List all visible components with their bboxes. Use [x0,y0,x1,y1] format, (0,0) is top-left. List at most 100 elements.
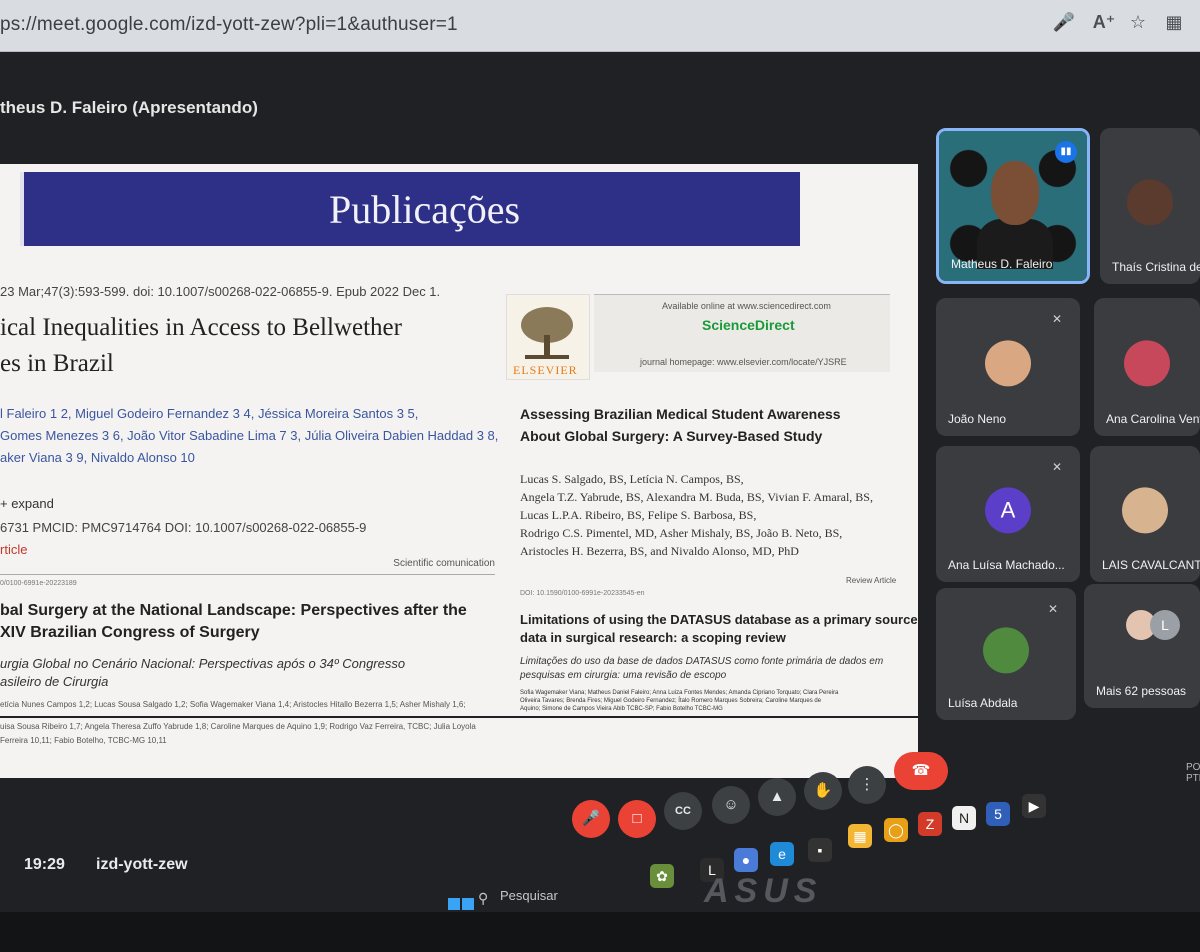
slide-bottom: uisa Sousa Ribeiro 1,7; Angela Theresa Z… [0,718,918,778]
shared-screen: Publicações 23 Mar;47(3):593-599. doi: 1… [0,164,918,716]
participant-tile[interactable]: ✕ Luísa Abdala [936,588,1076,720]
mic-toggle-button[interactable]: 🎤 [572,800,610,838]
elsevier-label: ELSEVIER [513,363,578,377]
leave-call-button[interactable]: ☎ [894,752,948,790]
elsevier-logo: ELSEVIER [506,294,590,380]
avatar-initial: L [1150,610,1180,640]
lim-authors-1: Sofia Wagemaker Viana; Matheus Daniel Fa… [520,690,839,696]
meet-stage: theus D. Faleiro (Apresentando) Publicaç… [0,52,1200,952]
paper-title-line1: ical Inequalities in Access to Bellwethe… [0,314,402,341]
laptop-bezel [0,912,1200,952]
meeting-code: izd-yott-zew [96,856,188,873]
taskbar-app-icon[interactable]: ▪ [808,838,832,862]
participant-tile[interactable]: ✕ João Neno [936,298,1080,436]
right-doi: DOI: 10.1590/0100-6991e-20233545-en [520,590,645,597]
present-screen-button[interactable]: ▲ [758,778,796,816]
emoji-button[interactable]: ☺ [712,786,750,824]
lim-pt-line2: pesquisas em cirurgia: uma revisão de es… [520,670,727,681]
avatar [1127,179,1173,226]
right-authors-5: Aristocles H. Bezerra, BS, and Nivaldo A… [520,544,799,558]
participant-tile[interactable]: Thaís Cristina de [1100,128,1200,284]
lim-title-line2: data in surgical research: a scoping rev… [520,630,786,645]
right-paper: ELSEVIER Available online at www.science… [506,294,918,714]
participant-name: Luísa Abdala [948,696,1018,710]
divider [0,574,495,575]
article-link[interactable]: rticle [0,542,27,557]
participant-name: Ana Carolina Vent [1106,412,1200,426]
extensions-icon[interactable]: ▦ [1160,8,1188,36]
browser-address-bar: ps://meet.google.com/izd-yott-zew?pli=1&… [0,0,1200,52]
captions-button[interactable]: CC [664,792,702,830]
left-small-authors3: Ferreira 10,11; Fabio Botelho, TCBC-MG 1… [0,736,167,745]
left-small-authors1: etícia Nunes Campos 1,2; Lucas Sousa Sal… [0,700,466,709]
file-explorer-icon[interactable]: ▦ [848,824,872,848]
paper-title-line2: es in Brazil [0,350,114,377]
doi-small: 0/0100-6991e-20223189 [0,580,77,587]
lim-authors-2: Oliveira Tavares; Brenda Fires; Miguel G… [520,698,822,704]
review-article-label: Review Article [846,576,897,585]
right-title-line2: About Global Surgery: A Survey-Based Stu… [520,428,823,444]
lim-title-line1: Limitations of using the DATASUS databas… [520,612,918,627]
authors-line2: Gomes Menezes 3 6, João Vitor Sabadine L… [0,428,499,443]
banner-title: Publicações [329,187,521,232]
sciencedirect-box: Available online at www.sciencedirect.co… [594,294,890,372]
lim-pt-line1: Limitações do uso da base de dados DATAS… [520,656,884,667]
edge-icon[interactable]: e [770,842,794,866]
participant-tile[interactable]: LAIS CAVALCANTE [1090,446,1200,582]
raise-hand-button[interactable]: ✋ [804,772,842,810]
sub-title-line1: bal Surgery at the National Landscape: P… [0,602,467,619]
left-paper: 23 Mar;47(3):593-599. doi: 10.1007/s0026… [0,264,500,704]
participant-name: João Neno [948,412,1007,426]
url-field[interactable]: ps://meet.google.com/izd-yott-zew?pli=1&… [0,14,458,36]
sub-title-line2: XIV Brazilian Congress of Surgery [0,624,260,641]
sciencedirect-brand: ScienceDirect [702,317,795,333]
participant-name: Ana Luísa Machado... [948,558,1065,572]
publications-banner: Publicações [20,172,800,246]
avatar-initial: A [985,487,1031,534]
avatar [983,627,1029,674]
participant-name: Thaís Cristina de [1112,260,1200,274]
participant-name: Matheus D. Faleiro [951,257,1053,271]
taskbar-app-icon[interactable]: Z [918,812,942,836]
taskbar-search-input[interactable]: Pesquisar [500,888,558,903]
right-title-line1: Assessing Brazilian Medical Student Awar… [520,406,841,422]
taskbar-app-icon[interactable]: 5 [986,802,1010,826]
read-aloud-icon[interactable]: A⁺ [1090,8,1118,36]
microphone-icon[interactable]: 🎤 [1050,8,1078,36]
avatar [985,340,1031,387]
participant-tile[interactable]: ✕ A Ana Luísa Machado... [936,446,1080,582]
tray-text: PO PTB [1186,762,1200,784]
avatar [1124,340,1170,387]
taskbar-app-icon[interactable]: ◯ [884,818,908,842]
mic-off-icon: ✕ [1051,312,1063,326]
mic-off-icon: ✕ [1047,602,1059,616]
media-player-icon[interactable]: ▶ [1022,794,1046,818]
participant-tile[interactable]: Ana Carolina Vent [1094,298,1200,436]
left-small-authors2: uisa Sousa Ribeiro 1,7; Angela Theresa Z… [0,722,476,731]
meeting-time: 19:29 [24,856,65,873]
presenter-label: theus D. Faleiro (Apresentando) [0,98,258,117]
paper-ids: 6731 PMCID: PMC9714764 DOI: 10.1007/s002… [0,520,367,535]
search-icon: ⚲ [478,890,489,906]
star-icon[interactable]: ☆ [1124,8,1152,36]
taskbar-app-icon[interactable]: ✿ [650,864,674,888]
speaker-face [991,161,1039,225]
more-options-button[interactable]: ⋮ [848,766,886,804]
avatar [1122,487,1168,534]
notion-icon[interactable]: N [952,806,976,830]
pt-title-line2: asileiro de Cirurgia [0,674,109,689]
expand-link[interactable]: + expand [0,496,54,511]
participant-tile-speaker[interactable]: ▮▮ Matheus D. Faleiro [936,128,1090,284]
right-authors-4: Rodrigo C.S. Pimentel, MD, Asher Mishaly… [520,526,843,540]
journal-homepage: journal homepage: www.elsevier.com/locat… [640,357,847,367]
authors-line3: aker Viana 3 9, Nivaldo Alonso 10 [0,450,195,465]
right-authors-1: Lucas S. Salgado, BS, Letícia N. Campos,… [520,472,744,486]
more-participants-tile[interactable]: L Mais 62 pessoas [1084,584,1200,708]
journal-line: 23 Mar;47(3):593-599. doi: 10.1007/s0026… [0,284,441,299]
teams-icon[interactable]: ● [734,848,758,872]
pt-title-line1: urgia Global no Cenário Nacional: Perspe… [0,656,406,671]
right-authors-2: Angela T.Z. Yabrude, BS, Alexandra M. Bu… [520,490,873,504]
mic-off-icon: ✕ [1051,460,1063,474]
lim-authors-3: Aquino; Simone de Campos Vieira Abib TCB… [520,706,723,712]
camera-toggle-button[interactable]: □ [618,800,656,838]
